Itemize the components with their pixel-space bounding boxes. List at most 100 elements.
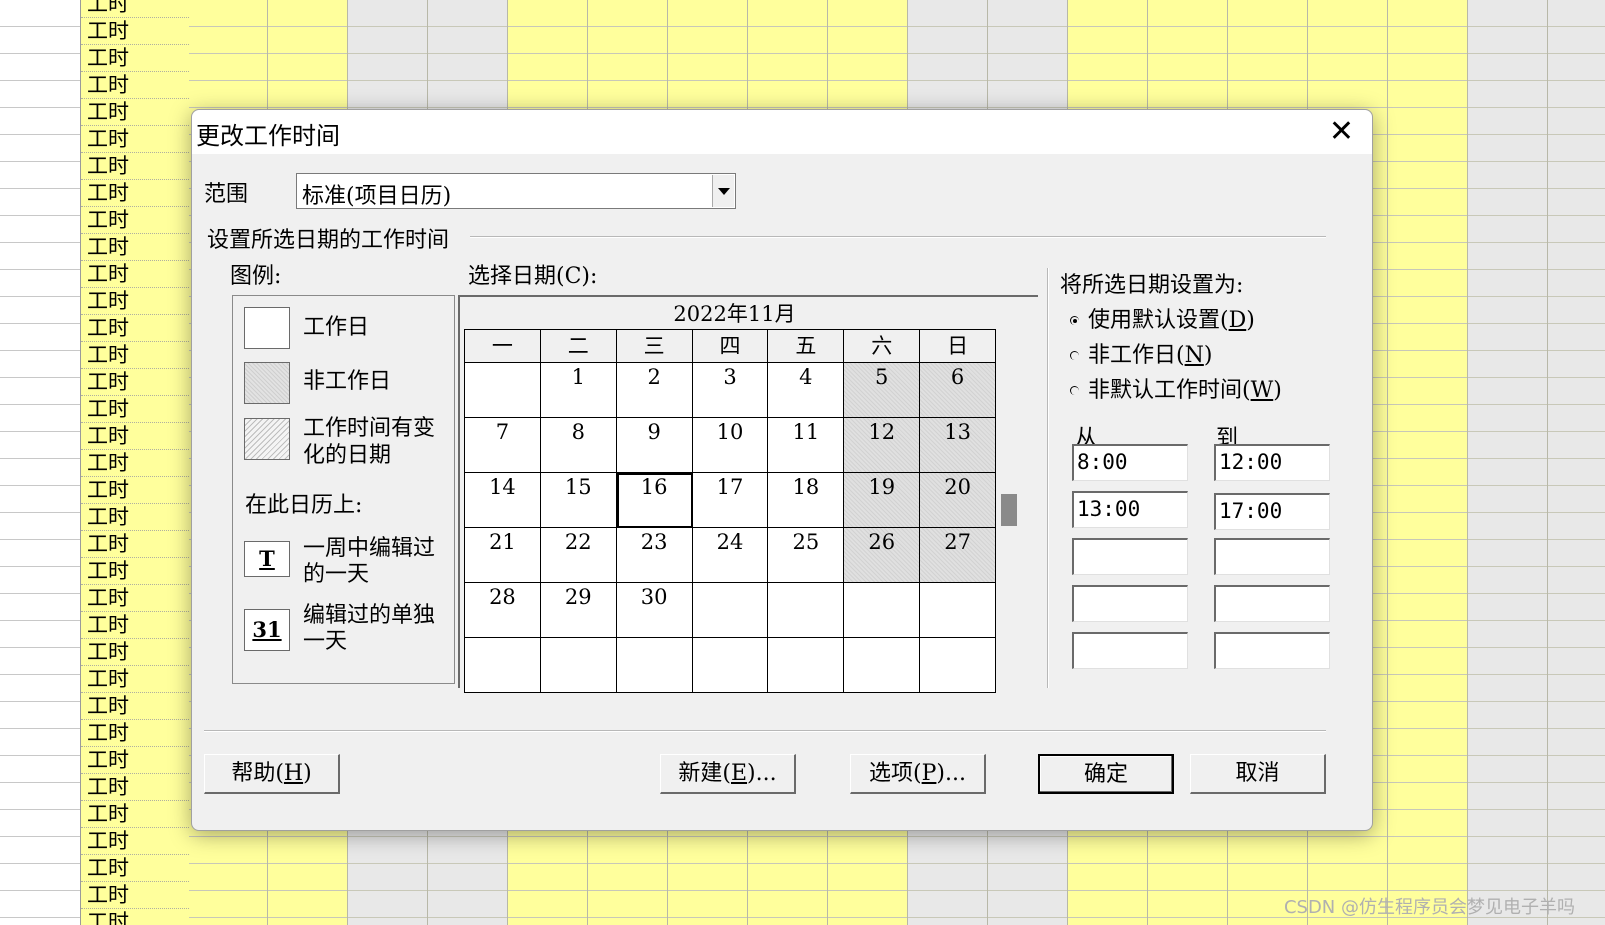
set-as-radio-1[interactable]: 非工作日(N)	[1070, 337, 1212, 369]
grid-cell[interactable]: 工时	[81, 639, 189, 666]
calendar-day[interactable]: 26	[844, 528, 921, 583]
set-as-radio-2[interactable]: 非默认工作时间(W)	[1070, 372, 1282, 404]
to-time-field[interactable]	[1214, 632, 1330, 669]
grid-cell[interactable]: 工时	[81, 0, 189, 18]
calendar-day[interactable]: 14	[465, 473, 541, 528]
grid-cell[interactable]: 工时	[81, 342, 189, 369]
from-time-field[interactable]	[1072, 585, 1188, 622]
calendar-day[interactable]: 25	[768, 528, 845, 583]
grid-cell[interactable]: 工时	[81, 666, 189, 693]
calendar-day[interactable]: 11	[768, 418, 845, 473]
to-time-field[interactable]	[1214, 585, 1330, 622]
calendar-day[interactable]: 19	[844, 473, 921, 528]
calendar-day[interactable]: 7	[465, 418, 541, 473]
calendar-day[interactable]: 27	[920, 528, 997, 583]
scope-dropdown[interactable]: 标准(项目日历)	[296, 173, 736, 209]
radio-dot-icon[interactable]	[1070, 316, 1080, 326]
calendar-day[interactable]: 2	[616, 363, 693, 418]
calendar-day[interactable]: 15	[540, 473, 617, 528]
grid-cell[interactable]: 工时	[81, 18, 189, 45]
grid-cell[interactable]: 工时	[81, 477, 189, 504]
close-icon[interactable]: ✕	[1329, 114, 1354, 149]
grid-cell[interactable]: 工时	[81, 774, 189, 801]
calendar-day[interactable]: 9	[616, 418, 693, 473]
calendar-day[interactable]: 20	[920, 473, 997, 528]
radio-dot-icon[interactable]	[1070, 351, 1080, 361]
calendar-day[interactable]: 1	[540, 363, 617, 418]
footer-divider	[204, 730, 1326, 732]
calendar-empty-cell	[465, 638, 541, 693]
calendar-empty-cell	[768, 638, 845, 693]
help-button[interactable]: 帮助(H)	[204, 754, 340, 794]
grid-cell[interactable]: 工时	[81, 261, 189, 288]
calendar-day[interactable]: 22	[540, 528, 617, 583]
grid-cell[interactable]: 工时	[81, 558, 189, 585]
grid-cell[interactable]: 工时	[81, 126, 189, 153]
grid-cell[interactable]: 工时	[81, 504, 189, 531]
grid-cell[interactable]: 工时	[81, 99, 189, 126]
grid-cell[interactable]: 工时	[81, 315, 189, 342]
options-button[interactable]: 选项(P)...	[850, 754, 986, 794]
to-time-field[interactable]: 12:00	[1214, 444, 1330, 481]
changed-day-swatch	[244, 418, 290, 460]
calendar-day[interactable]: 29	[540, 583, 617, 638]
grid-cell[interactable]: 工时	[81, 693, 189, 720]
dropdown-arrow-button[interactable]	[712, 175, 734, 207]
calendar-day[interactable]: 10	[692, 418, 769, 473]
grid-cell[interactable]: 工时	[81, 828, 189, 855]
grid-cell[interactable]: 工时	[81, 423, 189, 450]
to-time-field[interactable]	[1214, 538, 1330, 575]
grid-cell[interactable]: 工时	[81, 531, 189, 558]
grid-cell[interactable]: 工时	[81, 153, 189, 180]
calendar-day[interactable]: 12	[844, 418, 921, 473]
grid-cell[interactable]: 工时	[81, 180, 189, 207]
calendar-day[interactable]: 23	[616, 528, 693, 583]
grid-cell[interactable]: 工时	[81, 612, 189, 639]
ok-button[interactable]: 确定	[1038, 754, 1174, 794]
calendar-day[interactable]: 28	[465, 583, 541, 638]
grid-cell[interactable]: 工时	[81, 72, 189, 99]
grid-cell[interactable]: 工时	[81, 747, 189, 774]
from-time-field[interactable]	[1072, 632, 1188, 669]
to-time-field[interactable]: 17:00	[1214, 493, 1330, 530]
edited-day-label-2: 一天	[303, 629, 348, 654]
grid-cell[interactable]: 工时	[81, 585, 189, 612]
from-time-field[interactable]	[1072, 538, 1188, 575]
grid-cell[interactable]: 工时	[81, 855, 189, 882]
calendar-day[interactable]: 4	[768, 363, 845, 418]
calendar-day[interactable]: 6	[920, 363, 997, 418]
calendar-day[interactable]: 3	[692, 363, 769, 418]
grid-cell[interactable]: 工时	[81, 234, 189, 261]
calendar-scrollbar[interactable]	[1000, 297, 1018, 685]
grid-cell[interactable]: 工时	[81, 882, 189, 909]
new-button[interactable]: 新建(E)...	[660, 754, 796, 794]
calendar-day[interactable]: 30	[616, 583, 693, 638]
calendar-day[interactable]: 16	[616, 473, 693, 528]
grid-cell[interactable]: 工时	[81, 720, 189, 747]
grid-cell[interactable]: 工时	[81, 45, 189, 72]
legend-box: 工作日 非工作日 工作时间有变 化的日期 在此日历上: T 一周中编辑过 的一天…	[232, 295, 455, 684]
calendar-day[interactable]: 17	[692, 473, 769, 528]
dialog-title: 更改工作时间	[196, 122, 340, 150]
from-time-field[interactable]: 13:00	[1072, 491, 1188, 528]
cancel-button[interactable]: 取消	[1190, 754, 1326, 794]
radio-dot-icon[interactable]	[1070, 386, 1080, 396]
calendar-day[interactable]: 5	[844, 363, 921, 418]
grid-cell[interactable]: 工时	[81, 288, 189, 315]
calendar-day[interactable]: 13	[920, 418, 997, 473]
calendar-day[interactable]: 8	[540, 418, 617, 473]
grid-cell[interactable]: 工时	[81, 909, 189, 925]
calendar-day[interactable]: 24	[692, 528, 769, 583]
scrollbar-thumb[interactable]	[1001, 494, 1017, 526]
grid-cell[interactable]: 工时	[81, 207, 189, 234]
calendar-day[interactable]: 21	[465, 528, 541, 583]
grid-cell[interactable]: 工时	[81, 396, 189, 423]
radio-label: 使用默认设置(	[1088, 308, 1229, 333]
from-time-field[interactable]: 8:00	[1072, 444, 1188, 481]
calendar-empty-cell	[616, 638, 693, 693]
set-as-radio-0[interactable]: 使用默认设置(D)	[1070, 302, 1255, 334]
grid-cell[interactable]: 工时	[81, 450, 189, 477]
calendar-day[interactable]: 18	[768, 473, 845, 528]
grid-cell[interactable]: 工时	[81, 369, 189, 396]
grid-cell[interactable]: 工时	[81, 801, 189, 828]
